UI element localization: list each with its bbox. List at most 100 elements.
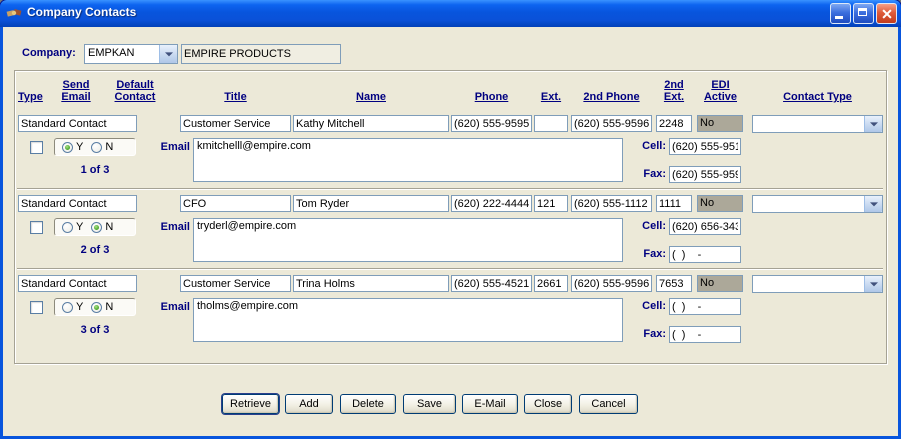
second-ext-field[interactable] xyxy=(656,195,692,212)
cell-field[interactable] xyxy=(669,138,741,155)
window-title: Company Contacts xyxy=(27,5,136,19)
chevron-down-icon[interactable] xyxy=(159,45,177,63)
second-phone-field[interactable] xyxy=(571,115,652,132)
fax-field[interactable] xyxy=(669,326,741,343)
maximize-icon[interactable] xyxy=(853,3,874,24)
name-field[interactable] xyxy=(293,115,449,132)
radio-y-label: Y xyxy=(76,141,83,153)
edi-active-field: No xyxy=(697,275,743,292)
email-label: Email xyxy=(148,141,190,153)
header-2nd-ext: 2nd Ext. xyxy=(656,79,692,103)
record-position: 3 of 3 xyxy=(54,324,136,336)
send-email-checkbox[interactable] xyxy=(30,141,43,154)
company-name-field: EMPIRE PRODUCTS xyxy=(181,44,341,64)
save-button[interactable]: Save xyxy=(403,394,456,414)
name-field[interactable] xyxy=(293,195,449,212)
cell-field[interactable] xyxy=(669,218,741,235)
second-ext-field[interactable] xyxy=(656,115,692,132)
radio-n-label: N xyxy=(105,141,113,153)
record-position: 2 of 3 xyxy=(54,244,136,256)
default-contact-radio-group: Y N xyxy=(54,298,136,316)
cancel-button[interactable]: Cancel xyxy=(579,394,638,414)
ext-field[interactable] xyxy=(534,275,568,292)
contact-type-name-field[interactable] xyxy=(18,275,137,292)
fax-label: Fax: xyxy=(638,248,666,260)
add-button[interactable]: Add xyxy=(285,394,333,414)
default-contact-radio-y[interactable] xyxy=(62,142,73,153)
close-button[interactable]: Close xyxy=(524,394,572,414)
name-field[interactable] xyxy=(293,275,449,292)
second-ext-field[interactable] xyxy=(656,275,692,292)
second-phone-field[interactable] xyxy=(571,275,652,292)
record-position: 1 of 3 xyxy=(54,164,136,176)
phone-field[interactable] xyxy=(451,275,532,292)
radio-y-label: Y xyxy=(76,301,83,313)
email-field[interactable]: kmitchelll@empire.com xyxy=(193,138,623,182)
cell-label: Cell: xyxy=(638,300,666,312)
fax-field[interactable] xyxy=(669,246,741,263)
company-code: EMPKAN xyxy=(88,47,134,59)
default-contact-radio-n[interactable] xyxy=(91,302,102,313)
fax-label: Fax: xyxy=(638,328,666,340)
default-contact-radio-group: Y N xyxy=(54,218,136,236)
email-field[interactable]: tryderl@empire.com xyxy=(193,218,623,262)
company-dropdown[interactable]: EMPKAN xyxy=(84,44,178,64)
title-field[interactable] xyxy=(180,115,291,132)
chevron-down-icon[interactable] xyxy=(864,196,882,212)
contact-type-dropdown[interactable] xyxy=(752,115,883,133)
cell-label: Cell: xyxy=(638,140,666,152)
contact-type-dropdown[interactable] xyxy=(752,275,883,293)
title-field[interactable] xyxy=(180,195,291,212)
minimize-icon[interactable] xyxy=(830,3,851,24)
email-field[interactable]: tholms@empire.com xyxy=(193,298,623,342)
radio-n-label: N xyxy=(105,301,113,313)
email-button[interactable]: E-Mail xyxy=(462,394,518,414)
company-contacts-window: Company Contacts Company: EMPKAN EMPIRE … xyxy=(0,0,901,439)
default-contact-radio-group: Y N xyxy=(54,138,136,156)
edi-active-field: No xyxy=(697,115,743,132)
header-phone: Phone xyxy=(451,91,532,103)
company-label: Company: xyxy=(22,47,76,59)
phone-field[interactable] xyxy=(451,115,532,132)
contact-row-1: No Y N Email kmitchelll@empire.com Cell:… xyxy=(0,115,901,193)
edi-active-field: No xyxy=(697,195,743,212)
close-icon[interactable] xyxy=(876,3,897,24)
contact-row-2: No Y N Email tryderl@empire.com Cell: Fa… xyxy=(0,195,901,273)
contact-type-name-field[interactable] xyxy=(18,115,137,132)
default-contact-radio-n[interactable] xyxy=(91,142,102,153)
default-contact-radio-y[interactable] xyxy=(62,222,73,233)
cell-field[interactable] xyxy=(669,298,741,315)
delete-button[interactable]: Delete xyxy=(340,394,396,414)
cell-label: Cell: xyxy=(638,220,666,232)
header-send-email: Send Email xyxy=(50,79,102,103)
default-contact-radio-y[interactable] xyxy=(62,302,73,313)
contact-type-dropdown[interactable] xyxy=(752,195,883,213)
app-icon xyxy=(6,5,22,21)
row-separator xyxy=(17,188,883,190)
send-email-checkbox[interactable] xyxy=(30,221,43,234)
row-separator xyxy=(17,268,883,270)
fax-field[interactable] xyxy=(669,166,741,183)
header-title: Title xyxy=(180,91,291,103)
header-name: Name xyxy=(293,91,449,103)
retrieve-button[interactable]: Retrieve xyxy=(222,394,279,414)
contact-row-3: No Y N Email tholms@empire.com Cell: Fax… xyxy=(0,275,901,353)
ext-field[interactable] xyxy=(534,115,568,132)
email-label: Email xyxy=(148,301,190,313)
radio-y-label: Y xyxy=(76,221,83,233)
phone-field[interactable] xyxy=(451,195,532,212)
chevron-down-icon[interactable] xyxy=(864,276,882,292)
default-contact-radio-n[interactable] xyxy=(91,222,102,233)
chevron-down-icon[interactable] xyxy=(864,116,882,132)
fax-label: Fax: xyxy=(638,168,666,180)
title-field[interactable] xyxy=(180,275,291,292)
titlebar[interactable]: Company Contacts xyxy=(0,0,901,27)
header-default-contact: Default Contact xyxy=(100,79,170,103)
second-phone-field[interactable] xyxy=(571,195,652,212)
send-email-checkbox[interactable] xyxy=(30,301,43,314)
header-2nd-phone: 2nd Phone xyxy=(571,91,652,103)
ext-field[interactable] xyxy=(534,195,568,212)
header-contact-type: Contact Type xyxy=(752,91,883,103)
contact-type-name-field[interactable] xyxy=(18,195,137,212)
email-label: Email xyxy=(148,221,190,233)
